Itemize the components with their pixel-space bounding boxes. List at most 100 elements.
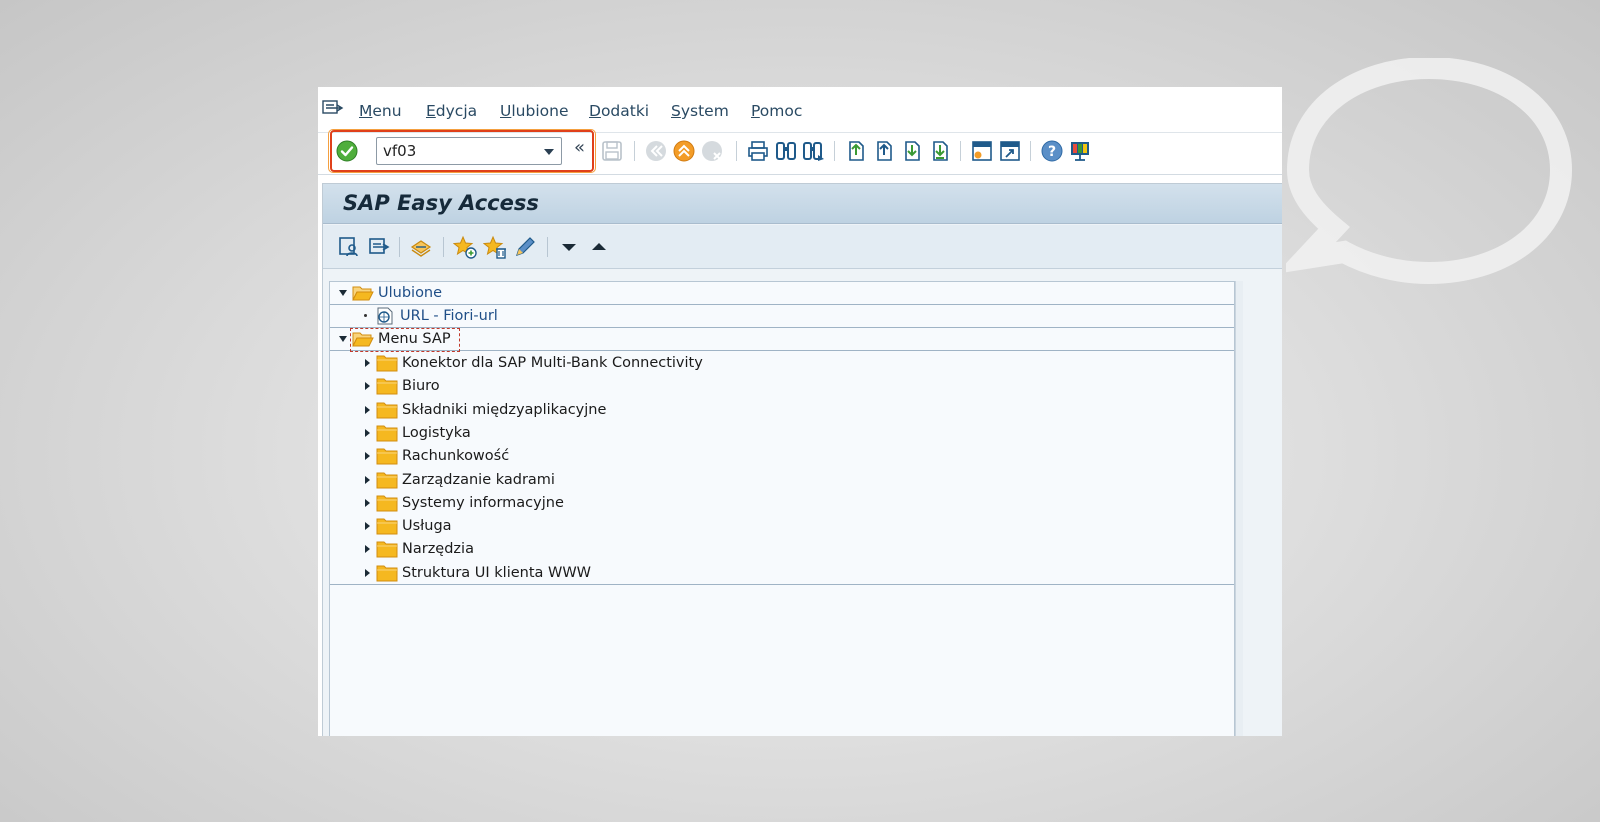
sap-menu-icon[interactable] bbox=[367, 235, 391, 259]
tree-label-folder: Narzędzia bbox=[402, 541, 474, 557]
toolbar-separator bbox=[443, 237, 444, 257]
tree-bottom-divider bbox=[330, 584, 1234, 585]
command-input[interactable] bbox=[377, 138, 535, 164]
caret-down-icon[interactable] bbox=[338, 334, 348, 344]
menu-bar: Menu Edycja Ulubione Dodatki System Pomo… bbox=[318, 87, 1282, 133]
delete-favorite-icon[interactable] bbox=[483, 235, 507, 259]
toolbar-separator bbox=[547, 237, 548, 257]
speech-bubble-decoration bbox=[1286, 58, 1572, 288]
toolbar-separator bbox=[634, 141, 635, 161]
menu-item-dodatki[interactable]: Dodatki bbox=[589, 102, 649, 120]
other-menu-icon[interactable] bbox=[409, 235, 433, 259]
caret-right-icon[interactable] bbox=[362, 498, 372, 508]
application-toolbar bbox=[323, 225, 1282, 269]
menu-tree: Ulubione URL - Fiori-url Menu S bbox=[329, 281, 1235, 736]
menu-item-system[interactable]: System bbox=[671, 102, 729, 120]
tree-label-favorite-item: URL - Fiori-url bbox=[400, 308, 498, 324]
customize-layout-icon[interactable] bbox=[1068, 139, 1092, 163]
create-session-icon[interactable] bbox=[970, 139, 994, 163]
tree-label-favorites: Ulubione bbox=[378, 285, 442, 301]
caret-right-icon[interactable] bbox=[362, 568, 372, 578]
menu-item-edycja[interactable]: Edycja bbox=[426, 102, 477, 120]
caret-right-icon[interactable] bbox=[362, 405, 372, 415]
collapse-icon[interactable] bbox=[587, 235, 611, 259]
caret-down-icon[interactable] bbox=[338, 288, 348, 298]
screen-title-bar: SAP Easy Access bbox=[323, 184, 1282, 224]
add-favorite-icon[interactable] bbox=[453, 235, 477, 259]
caret-right-icon[interactable] bbox=[362, 358, 372, 368]
menu-item-ulubione[interactable]: Ulubione bbox=[500, 102, 568, 120]
tree-node-folder[interactable]: Rachunkowość bbox=[330, 445, 1234, 468]
tree-label-folder: Zarządzanie kadrami bbox=[402, 472, 555, 488]
tree-label-folder: Rachunkowość bbox=[402, 448, 509, 464]
chevron-down-icon[interactable] bbox=[543, 148, 555, 156]
shortcut-icon[interactable] bbox=[998, 139, 1022, 163]
toolbar-separator bbox=[736, 141, 737, 161]
caret-right-icon[interactable] bbox=[362, 475, 372, 485]
caret-right-icon[interactable] bbox=[362, 381, 372, 391]
tree-label-folder: Konektor dla SAP Multi-Bank Connectivity bbox=[402, 355, 703, 371]
tree-node-folder[interactable]: Składniki międzyaplikacyjne bbox=[330, 399, 1234, 422]
exit-icon[interactable] bbox=[672, 139, 696, 163]
page-title: SAP Easy Access bbox=[343, 191, 539, 215]
tree-node-folder[interactable]: Konektor dla SAP Multi-Bank Connectivity bbox=[330, 352, 1234, 375]
folder-icon bbox=[376, 564, 398, 582]
caret-right-icon[interactable] bbox=[362, 428, 372, 438]
find-next-icon[interactable] bbox=[802, 139, 826, 163]
tree-node-folder[interactable]: Biuro bbox=[330, 375, 1234, 398]
tree-label-folder: Logistyka bbox=[402, 425, 471, 441]
tree-node-folder[interactable]: Zarządzanie kadrami bbox=[330, 469, 1234, 492]
last-page-icon[interactable] bbox=[928, 139, 952, 163]
tree-node-sap-menu[interactable]: Menu SAP bbox=[330, 328, 1234, 351]
folder-open-icon bbox=[352, 330, 374, 348]
tree-label-folder: Usługa bbox=[402, 518, 452, 534]
tree-label-sap-menu: Menu SAP bbox=[378, 331, 451, 347]
caret-right-icon[interactable] bbox=[362, 521, 372, 531]
menu-item-pomoc[interactable]: Pomoc bbox=[751, 102, 802, 120]
menu-toggle-icon[interactable] bbox=[322, 99, 344, 117]
caret-right-icon[interactable] bbox=[362, 451, 372, 461]
tree-node-favorites[interactable]: Ulubione bbox=[330, 282, 1234, 305]
tree-label-folder: Struktura UI klienta WWW bbox=[402, 565, 591, 581]
save-icon[interactable] bbox=[600, 139, 624, 163]
folder-icon bbox=[376, 471, 398, 489]
tree-scrollbar[interactable] bbox=[1235, 281, 1243, 736]
sap-gui-window: Menu Edycja Ulubione Dodatki System Pomo… bbox=[318, 87, 1282, 736]
user-menu-icon[interactable] bbox=[337, 235, 361, 259]
find-icon[interactable] bbox=[774, 139, 798, 163]
web-link-icon bbox=[374, 307, 396, 325]
tree-node-folder[interactable]: Struktura UI klienta WWW bbox=[330, 562, 1234, 585]
tree-label-folder: Składniki międzyaplikacyjne bbox=[402, 402, 606, 418]
tree-node-folder[interactable]: Logistyka bbox=[330, 422, 1234, 445]
print-icon[interactable] bbox=[746, 139, 770, 163]
expand-icon[interactable] bbox=[557, 235, 581, 259]
help-icon[interactable]: ? bbox=[1040, 139, 1064, 163]
folder-icon bbox=[376, 494, 398, 512]
easy-access-screen: SAP Easy Access bbox=[322, 183, 1282, 736]
toolbar-separator bbox=[399, 237, 400, 257]
back-icon[interactable] bbox=[644, 139, 668, 163]
folder-open-icon bbox=[352, 284, 374, 302]
folder-icon bbox=[376, 424, 398, 442]
enter-icon[interactable] bbox=[336, 140, 358, 162]
tree-label-folder: Biuro bbox=[402, 378, 440, 394]
change-favorite-icon[interactable] bbox=[513, 235, 537, 259]
cancel-icon[interactable] bbox=[700, 139, 724, 163]
previous-page-icon[interactable] bbox=[872, 139, 896, 163]
tree-node-folder[interactable]: Systemy informacyjne bbox=[330, 492, 1234, 515]
svg-text:?: ? bbox=[1048, 144, 1056, 160]
caret-right-icon[interactable] bbox=[362, 544, 372, 554]
first-page-icon[interactable] bbox=[844, 139, 868, 163]
tree-node-folder[interactable]: Usługa bbox=[330, 515, 1234, 538]
tree-node-favorite-item[interactable]: URL - Fiori-url bbox=[330, 305, 1234, 328]
folder-icon bbox=[376, 540, 398, 558]
menu-item-menu[interactable]: Menu bbox=[359, 102, 402, 120]
tree-label-folder: Systemy informacyjne bbox=[402, 495, 564, 511]
bullet-icon bbox=[364, 314, 367, 317]
collapse-command-field-button[interactable]: « bbox=[574, 137, 592, 163]
command-field[interactable] bbox=[376, 137, 562, 165]
next-page-icon[interactable] bbox=[900, 139, 924, 163]
tree-node-folder[interactable]: Narzędzia bbox=[330, 538, 1234, 561]
folder-icon bbox=[376, 377, 398, 395]
folder-icon bbox=[376, 517, 398, 535]
